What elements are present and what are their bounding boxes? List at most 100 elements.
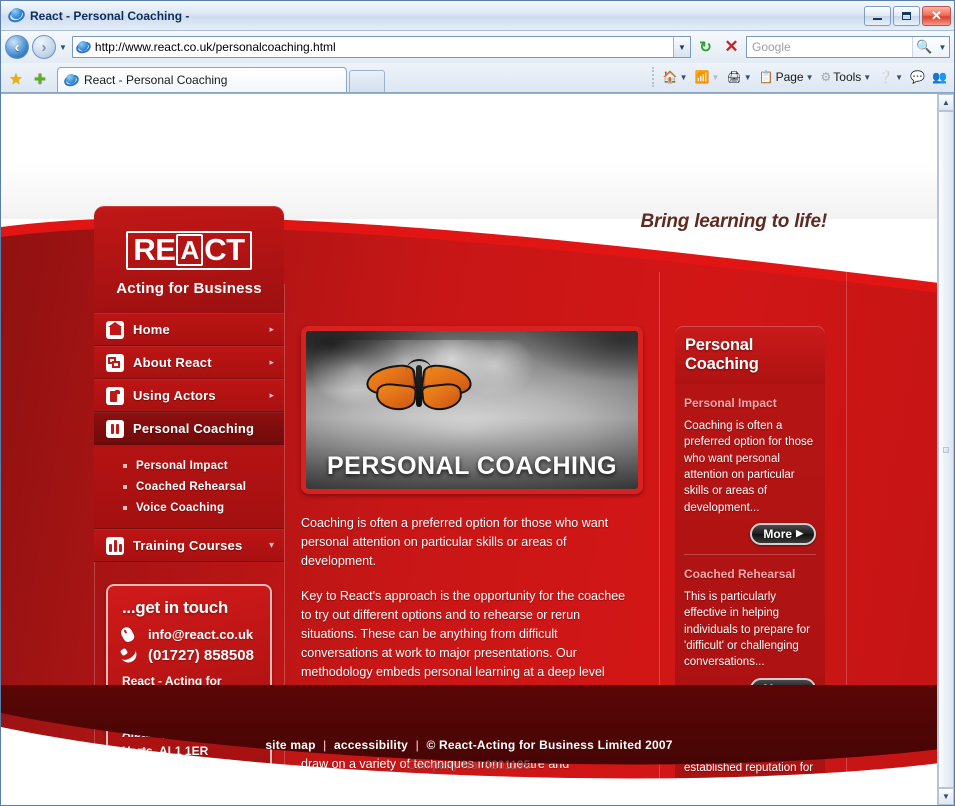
window-controls: ✕ bbox=[864, 5, 951, 26]
tab-label: React - Personal Coaching bbox=[84, 73, 228, 87]
chevron-down-icon[interactable]: ▼ bbox=[712, 73, 720, 82]
scrollbar-grip-icon bbox=[943, 446, 949, 453]
share-icon: 👥 bbox=[932, 70, 947, 84]
close-button[interactable]: ✕ bbox=[922, 5, 951, 26]
chevron-right-icon: ▶ bbox=[796, 528, 803, 539]
mouse-icon bbox=[119, 625, 148, 644]
internet-explorer-icon bbox=[6, 6, 27, 25]
butterfly-icon bbox=[364, 358, 474, 417]
scroll-down-button[interactable]: ▼ bbox=[938, 788, 954, 805]
page-viewport: Bring learning to life! RE A CT Acting f… bbox=[1, 93, 954, 805]
tab-react-personal-coaching[interactable]: React - Personal Coaching bbox=[57, 67, 347, 92]
contact-email[interactable]: info@react.co.uk bbox=[148, 627, 253, 642]
favorites-center-icon[interactable]: ★ bbox=[5, 66, 27, 92]
nav-item-home[interactable]: Home ▸ bbox=[94, 313, 284, 346]
footer-copyright: © React-Acting for Business Limited 2007 bbox=[426, 738, 673, 752]
address-dropdown-icon[interactable]: ▼ bbox=[673, 37, 690, 57]
hero-caption: PERSONAL COACHING bbox=[326, 452, 617, 480]
panel-block-heading: Coached Rehearsal bbox=[684, 566, 796, 581]
nav-item-using-actors[interactable]: Using Actors ▸ bbox=[94, 379, 284, 412]
nav-label: Using Actors bbox=[133, 388, 216, 403]
print-button[interactable]: 🖨 ▼ bbox=[723, 65, 754, 89]
chevron-right-icon: ▸ bbox=[269, 357, 274, 367]
new-tab-button[interactable] bbox=[349, 70, 385, 92]
tools-menu-button[interactable]: ⚙ Tools ▼ bbox=[818, 65, 875, 89]
panel-block-text: This is particularly effective in helpin… bbox=[684, 590, 810, 669]
coaching-icon bbox=[106, 419, 124, 438]
logo-text-re: RE bbox=[133, 232, 176, 267]
search-icon[interactable]: 🔍 bbox=[912, 37, 936, 57]
tab-favicon-icon bbox=[62, 72, 81, 88]
page-menu-button[interactable]: 📋 Page ▼ bbox=[756, 65, 817, 89]
share-button[interactable]: 👥 bbox=[929, 65, 950, 89]
contact-phone: (01727) 858508 bbox=[148, 647, 254, 664]
bullet-icon bbox=[123, 484, 127, 489]
subnav-item-coached-rehearsal[interactable]: Coached Rehearsal bbox=[94, 476, 284, 497]
nav-label: About React bbox=[133, 355, 212, 370]
chevron-down-icon[interactable]: ▼ bbox=[895, 73, 903, 82]
house-icon: 🏠 bbox=[662, 70, 678, 84]
refresh-button[interactable]: ↻ bbox=[694, 36, 717, 59]
forward-button[interactable]: › bbox=[32, 35, 56, 59]
home-button[interactable]: 🏠 ▼ bbox=[660, 65, 691, 89]
minimize-button[interactable] bbox=[864, 5, 891, 26]
page-favicon-icon bbox=[74, 39, 93, 55]
address-bar[interactable]: ▼ bbox=[71, 36, 691, 58]
nav-item-personal-coaching[interactable]: Personal Coaching bbox=[94, 412, 284, 445]
logo-subtitle: Acting for Business bbox=[116, 279, 262, 297]
subnav-label: Voice Coaching bbox=[136, 501, 225, 514]
command-bar: 🏠 ▼ 📶 ▼ 🖨 ▼ 📋 Page ▼ ⚙ Tools ▼ ❔ ▼ 💬 👥 bbox=[647, 65, 950, 92]
chevron-down-icon[interactable]: ▼ bbox=[806, 73, 814, 82]
add-to-favorites-icon[interactable]: ✚ bbox=[29, 66, 51, 92]
footer-separator: | bbox=[415, 738, 419, 752]
chevron-down-icon[interactable]: ▼ bbox=[863, 73, 871, 82]
page-menu-label: Page bbox=[775, 70, 804, 84]
scrollbar-thumb[interactable] bbox=[938, 111, 954, 788]
phone-icon bbox=[122, 649, 148, 662]
stop-button[interactable]: ✕ bbox=[720, 36, 743, 59]
nav-item-training-courses[interactable]: Training Courses ▾ bbox=[94, 529, 284, 562]
logo-text-a: A bbox=[176, 233, 204, 266]
footer-link-accessibility[interactable]: accessibility bbox=[334, 738, 408, 752]
toolbar-grip[interactable] bbox=[651, 67, 654, 87]
site-logo[interactable]: RE A CT Acting for Business bbox=[94, 206, 284, 313]
back-button[interactable]: ‹ bbox=[5, 35, 29, 59]
search-input[interactable] bbox=[747, 40, 912, 54]
scroll-up-button[interactable]: ▲ bbox=[938, 94, 954, 111]
help-menu-button[interactable]: ❔ ▼ bbox=[875, 65, 906, 89]
chevron-down-icon[interactable]: ▼ bbox=[680, 73, 688, 82]
nav-item-about-react[interactable]: About React ▸ bbox=[94, 346, 284, 379]
paragraph-1: Coaching is often a preferred option for… bbox=[301, 516, 609, 568]
chevron-right-icon: ▸ bbox=[269, 324, 274, 334]
bullet-icon bbox=[123, 463, 127, 468]
contact-heading: ...get in touch bbox=[122, 598, 228, 617]
address-input[interactable] bbox=[94, 40, 673, 54]
subnav-item-voice-coaching[interactable]: Voice Coaching bbox=[94, 497, 284, 518]
footer-separator: | bbox=[323, 738, 327, 752]
search-provider-dropdown-icon[interactable]: ▼ bbox=[936, 37, 949, 57]
nav-history-dropdown-icon[interactable]: ▼ bbox=[59, 43, 67, 52]
footer-company-number: Company No. 6201195 bbox=[407, 760, 531, 772]
printer-icon: 🖨 bbox=[726, 70, 742, 84]
search-box[interactable]: 🔍 ▼ bbox=[746, 36, 950, 58]
bullet-icon bbox=[123, 505, 127, 510]
vertical-scrollbar[interactable]: ▲ ▼ bbox=[937, 94, 954, 805]
feeds-button[interactable]: 📶 ▼ bbox=[692, 65, 723, 89]
chevron-down-icon[interactable]: ▼ bbox=[744, 73, 752, 82]
footer-link-site-map[interactable]: site map bbox=[265, 738, 315, 752]
subnav-label: Coached Rehearsal bbox=[136, 480, 247, 493]
panel-block-text: Coaching is often a preferred option for… bbox=[684, 420, 814, 514]
rss-icon: 📶 bbox=[694, 70, 710, 84]
subnav-item-personal-impact[interactable]: Personal Impact bbox=[94, 455, 284, 476]
sub-navigation: Personal Impact Coached Rehearsal Voice … bbox=[94, 445, 284, 529]
more-button-personal-impact[interactable]: More ▶ bbox=[750, 522, 816, 545]
contact-email-row[interactable]: info@react.co.uk bbox=[119, 625, 258, 644]
panel-title: Personal Coaching bbox=[685, 336, 759, 373]
footer-links: site map | accessibility | © React-Actin… bbox=[1, 738, 937, 752]
maximize-button[interactable] bbox=[893, 5, 920, 26]
messenger-button[interactable]: 💬 bbox=[907, 65, 928, 89]
chevron-right-icon: ▸ bbox=[269, 390, 274, 400]
navigation-toolbar: ‹ › ▼ ▼ ↻ ✕ 🔍 ▼ bbox=[1, 31, 954, 63]
hero-banner: PERSONAL COACHING bbox=[301, 326, 643, 494]
nav-label: Training Courses bbox=[133, 538, 243, 553]
